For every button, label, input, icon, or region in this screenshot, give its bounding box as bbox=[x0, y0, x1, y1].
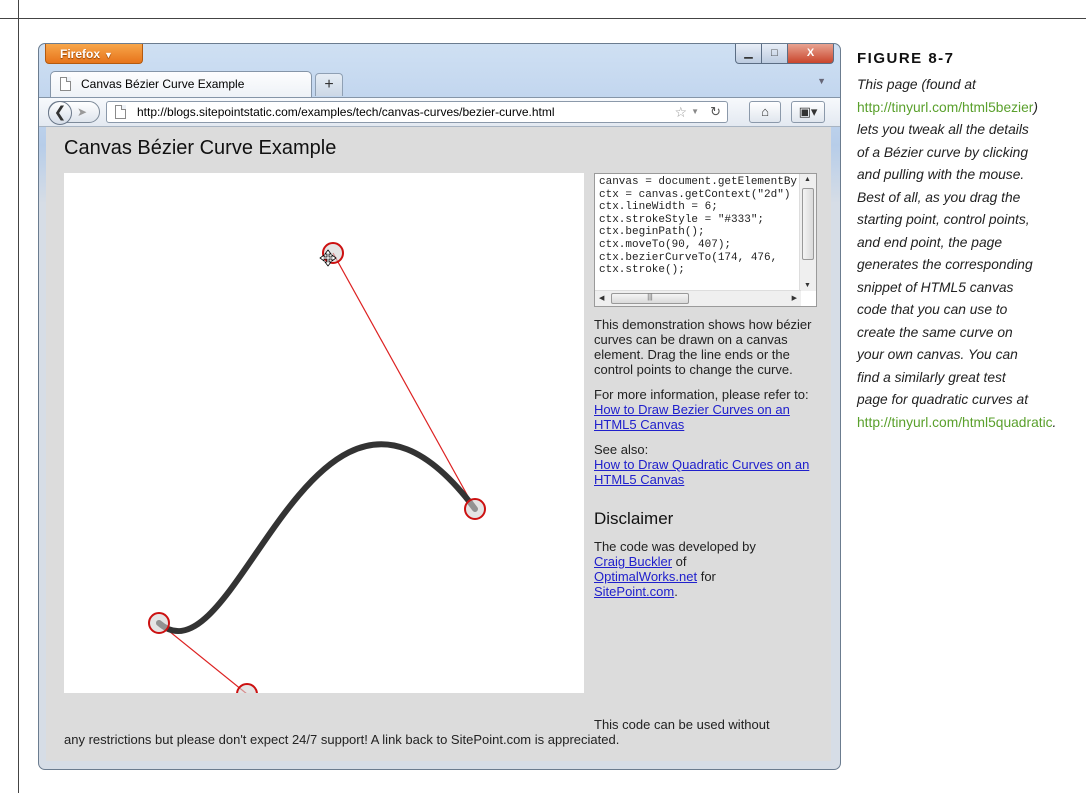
control-point-1-handle[interactable] bbox=[236, 683, 258, 705]
forward-button[interactable]: ➤ bbox=[77, 102, 87, 122]
url-bar[interactable]: http://blogs.sitepointstatic.com/example… bbox=[106, 101, 728, 123]
description: This demonstration shows how bézier curv… bbox=[594, 317, 812, 377]
start-point-handle[interactable] bbox=[148, 612, 170, 634]
scroll-left-icon[interactable]: ◀ bbox=[599, 294, 604, 302]
code-line: ctx.bezierCurveTo(174, 476, bbox=[599, 251, 784, 264]
link-company[interactable]: OptimalWorks.net bbox=[594, 569, 697, 584]
caption-part-1: This page (found at bbox=[857, 77, 976, 92]
page-content: Canvas Bézier Curve Example canvas = doc… bbox=[46, 127, 831, 761]
footer-line-2: any restrictions but please don't expect… bbox=[64, 732, 620, 747]
link-author[interactable]: Craig Buckler bbox=[594, 554, 672, 569]
generated-code-textarea[interactable]: canvas = document.getElementById("canvas… bbox=[594, 173, 817, 307]
chevron-down-icon: ▼ bbox=[104, 50, 113, 60]
maximize-button[interactable]: □ bbox=[762, 44, 788, 64]
scroll-right-icon[interactable]: ▶ bbox=[792, 294, 797, 302]
figure-frame-left bbox=[18, 0, 19, 793]
bezier-canvas-drawing bbox=[148, 242, 486, 705]
vertical-scroll-thumb[interactable] bbox=[802, 188, 814, 260]
code-line: ctx.moveTo(90, 407); bbox=[599, 238, 732, 251]
link-bezier-article[interactable]: How to Draw Bezier Curves on an HTML5 Ca… bbox=[594, 402, 790, 432]
site-identity-icon bbox=[115, 105, 126, 119]
period: . bbox=[674, 584, 678, 599]
bookmark-star-icon[interactable]: ☆ bbox=[674, 102, 687, 122]
browser-window: Firefox ▼ ▁ □ X Canvas Bézier Curve Examp… bbox=[38, 43, 841, 770]
figure-frame-top bbox=[0, 18, 1086, 19]
link-site[interactable]: SitePoint.com bbox=[594, 584, 674, 599]
page-icon bbox=[60, 77, 71, 91]
bookmarks-menu-button[interactable]: ▣▾ bbox=[791, 101, 825, 123]
reload-icon[interactable]: ↻ bbox=[710, 102, 721, 122]
see-also: See also: How to Draw Quadratic Curves on… bbox=[594, 442, 822, 487]
url-text: http://blogs.sitepointstatic.com/example… bbox=[137, 105, 555, 119]
bezier-curve bbox=[156, 441, 478, 635]
of-text: of bbox=[675, 554, 687, 569]
tab-title: Canvas Bézier Curve Example bbox=[81, 77, 245, 91]
caption-link-quadratic[interactable]: http://tinyurl.com/html5quadratic bbox=[857, 415, 1053, 430]
home-icon: ⌂ bbox=[761, 104, 769, 119]
link-quadratic-article[interactable]: How to Draw Quadratic Curves on an HTML5… bbox=[594, 457, 809, 487]
more-info-text: For more information, please refer to: bbox=[594, 387, 809, 402]
code-line: ctx.strokeStyle = "#333"; bbox=[599, 213, 765, 226]
minimize-button[interactable]: ▁ bbox=[735, 44, 762, 64]
caption-link-bezier[interactable]: http://tinyurl.com/html5bezier bbox=[857, 100, 1033, 115]
caption-part-3: . bbox=[1052, 414, 1057, 430]
forward-arrow-icon: ➤ bbox=[77, 105, 88, 119]
code-line: ctx.beginPath(); bbox=[599, 226, 705, 239]
tab-bezier-example[interactable]: Canvas Bézier Curve Example bbox=[50, 71, 312, 97]
end-point-handle[interactable] bbox=[464, 498, 486, 520]
scroll-down-icon[interactable]: ▼ bbox=[804, 282, 811, 289]
for-text: for bbox=[700, 569, 716, 584]
code-line: canvas = document.getElementById("canvas… bbox=[599, 176, 798, 188]
firefox-menu-button[interactable]: Firefox ▼ bbox=[45, 44, 143, 64]
code-line: ctx.lineWidth = 6; bbox=[599, 201, 718, 214]
footer-notice: This code can be used without any restri… bbox=[64, 717, 824, 747]
figure-caption: This page (found at http://tinyurl.com/h… bbox=[857, 74, 1056, 434]
more-info: For more information, please refer to: Ho… bbox=[594, 387, 822, 432]
firefox-menu-label: Firefox bbox=[60, 47, 101, 61]
page-title: Canvas Bézier Curve Example bbox=[64, 137, 337, 159]
tab-list-icon[interactable]: ▼ bbox=[817, 76, 826, 86]
horizontal-scrollbar[interactable]: ◀ ||| ▶ bbox=[595, 290, 801, 306]
url-history-dropdown-icon[interactable]: ▼ bbox=[691, 102, 699, 122]
caption-part-2: ) lets you tweak all the details of a Bé… bbox=[857, 99, 1038, 408]
vertical-scrollbar[interactable]: ▲ ▼ bbox=[799, 174, 816, 291]
close-button[interactable]: X bbox=[788, 44, 834, 64]
credits: The code was developed by Craig Buckler o… bbox=[594, 539, 822, 599]
navigation-toolbar: ❮ ➤ http://blogs.sitepointstatic.com/exa… bbox=[39, 97, 840, 127]
footer-line-1: This code can be used without bbox=[594, 717, 770, 732]
bookmarks-icon: ▣▾ bbox=[798, 104, 818, 119]
start-control-line bbox=[158, 622, 248, 695]
back-forward-group: ❮ ➤ bbox=[48, 101, 100, 125]
code-lines: canvas = document.getElementById("canvas… bbox=[595, 176, 798, 288]
code-line: ctx.stroke(); bbox=[599, 264, 685, 277]
back-button[interactable]: ❮ bbox=[48, 101, 72, 125]
figure-label: FIGURE 8-7 bbox=[857, 50, 955, 67]
disclaimer-heading: Disclaimer bbox=[594, 509, 674, 528]
see-also-text: See also: bbox=[594, 442, 649, 457]
sidebar-text: This demonstration shows how bézier curv… bbox=[594, 317, 822, 609]
back-arrow-icon: ❮ bbox=[53, 104, 67, 121]
end-control-line bbox=[332, 252, 476, 510]
developed-prefix: The code was developed by bbox=[594, 539, 756, 554]
window-controls: ▁ □ X bbox=[735, 44, 834, 64]
code-line: ctx = canvas.getContext("2d") bbox=[599, 188, 791, 201]
horizontal-scroll-thumb[interactable]: ||| bbox=[611, 293, 689, 304]
home-button[interactable]: ⌂ bbox=[749, 101, 781, 123]
bezier-canvas[interactable] bbox=[64, 173, 584, 705]
new-tab-button[interactable]: + bbox=[315, 73, 343, 96]
scroll-up-icon[interactable]: ▲ bbox=[804, 176, 811, 183]
